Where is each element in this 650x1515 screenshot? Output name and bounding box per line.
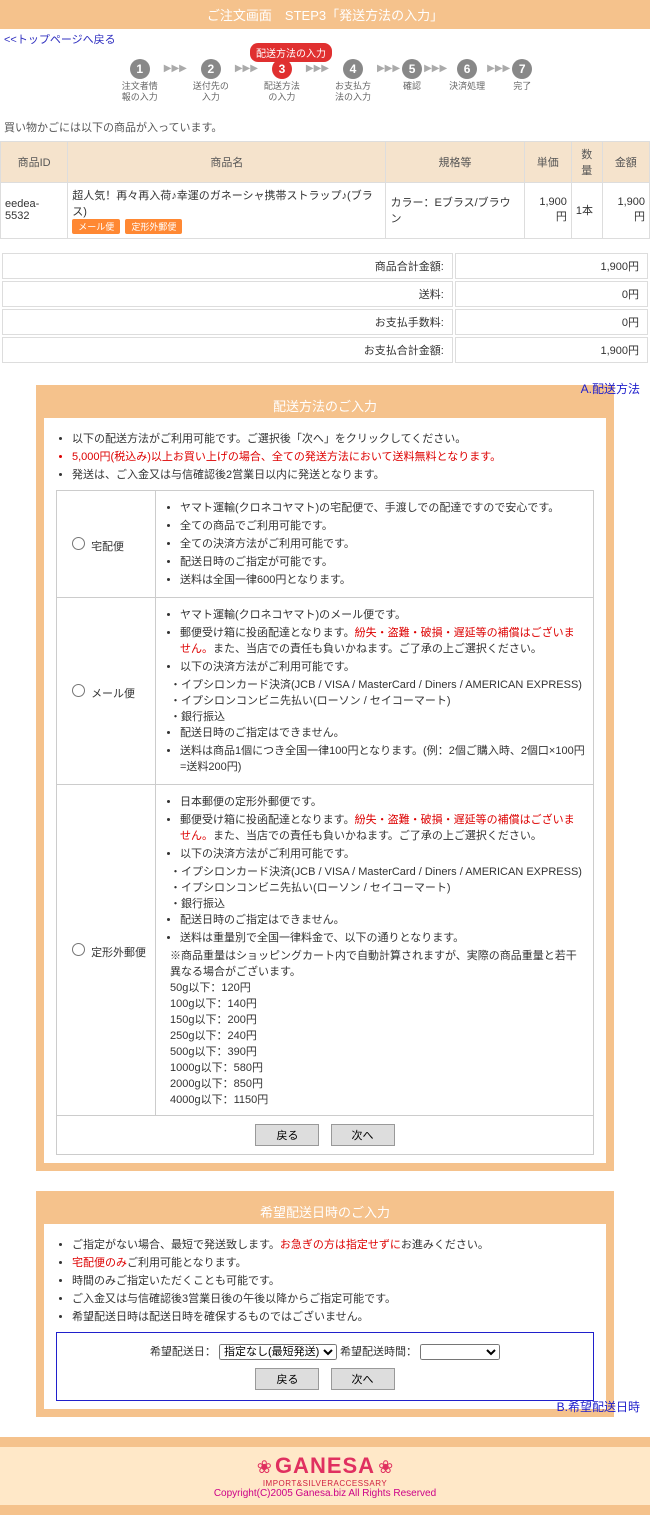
mail-badge: メール便 [72, 219, 120, 234]
shipping-head: 配送方法のご入力 [44, 393, 606, 418]
date-label: 希望配送日： [150, 1346, 216, 1358]
step-4: 4 [343, 59, 363, 79]
back-button[interactable]: 戻る [255, 1124, 319, 1146]
cell-amount: 1,900円 [602, 182, 649, 238]
col-spec: 規格等 [386, 141, 524, 182]
annotation-b: B.希望配送日時 [557, 1398, 640, 1415]
cart-table: 商品ID 商品名 規格等 単価 数量 金額 eedea-5532 超人気！再々再… [0, 141, 650, 239]
shipping-intro: 以下の配送方法がご利用可能です。ご選択後「次へ」をクリックしてください。 5,0… [72, 430, 594, 482]
time-select[interactable] [420, 1344, 500, 1360]
shipping-option-mail: メール便 ヤマト運輸(クロネコヤマト)のメール便です。 郵便受け箱に投函配達とな… [57, 597, 594, 784]
col-name: 商品名 [68, 141, 386, 182]
footer: ❀ GANESA ❀ IMPORT&SILVERACCESSARY Copyri… [0, 1437, 650, 1515]
radio-mail[interactable] [72, 684, 85, 697]
totals-table: 商品合計金額:1,900円 送料:0円 お支払手数料:0円 お支払合計金額:1,… [0, 251, 650, 365]
table-row: eedea-5532 超人気！再々再入荷♪幸運のガネーシャ携帯ストラップ♪(ブラ… [1, 182, 650, 238]
step-indicator: 配送方法の入力 1注文者情報の入力 ▶▶▶ 2送付先の入力 ▶▶▶ 3配送方法の… [0, 59, 650, 103]
next-button-2[interactable]: 次へ [331, 1368, 395, 1390]
page: ご注文画面 STEP3「発送方法の入力」 <<トップページへ戻る 配送方法の入力… [0, 0, 650, 1515]
back-button-2[interactable]: 戻る [255, 1368, 319, 1390]
col-id: 商品ID [1, 141, 68, 182]
cell-spec: カラー：Eブラス/ブラウン [386, 182, 524, 238]
logo-icon: ❀ [378, 1457, 393, 1477]
next-button[interactable]: 次へ [331, 1124, 395, 1146]
radio-teikeigai[interactable] [72, 943, 85, 956]
date-head: 希望配送日時のご入力 [44, 1199, 606, 1224]
shipping-buttons: 戻る 次へ [57, 1115, 594, 1154]
logo: GANESA [275, 1453, 375, 1478]
step-3: 3 [272, 59, 292, 79]
table-header-row: 商品ID 商品名 規格等 単価 数量 金額 [1, 141, 650, 182]
time-label: 希望配送時間： [340, 1346, 417, 1358]
step-5: 5 [402, 59, 422, 79]
logo-subtitle: IMPORT&SILVERACCESSARY [6, 1479, 644, 1488]
date-section: 希望配送日時のご入力 ご指定がない場合、最短で発送致します。お急ぎの方は指定せず… [36, 1191, 614, 1417]
annotation-a: A.配送方法 [581, 380, 640, 397]
radio-takuhai[interactable] [72, 537, 85, 550]
step-2: 2 [201, 59, 221, 79]
cell-price: 1,900円 [524, 182, 571, 238]
step-7: 7 [512, 59, 532, 79]
step-balloon: 配送方法の入力 [250, 43, 332, 62]
copyright: Copyright(C)2005 Ganesa.biz All Rights R… [6, 1488, 644, 1499]
cell-name: 超人気！再々再入荷♪幸運のガネーシャ携帯ストラップ♪(ブラス) メール便 定形外… [68, 182, 386, 238]
col-amount: 金額 [602, 141, 649, 182]
date-inputs: 希望配送日： 指定なし(最短発送) 希望配送時間： 戻る 次へ [56, 1332, 594, 1401]
step-arrow: ▶▶▶ [164, 59, 187, 74]
page-title: ご注文画面 STEP3「発送方法の入力」 [0, 0, 650, 29]
shipping-options: 宅配便 ヤマト運輸(クロネコヤマト)の宅配便で、手渡しでの配達ですので安心です。… [56, 490, 594, 1155]
shipping-option-takuhai: 宅配便 ヤマト運輸(クロネコヤマト)の宅配便で、手渡しでの配達ですので安心です。… [57, 490, 594, 597]
cell-id: eedea-5532 [1, 182, 68, 238]
step-6: 6 [457, 59, 477, 79]
col-price: 単価 [524, 141, 571, 182]
col-qty: 数量 [571, 141, 602, 182]
shipping-option-teikeigai: 定形外郵便 日本郵便の定形外郵便です。 郵便受け箱に投函配達となります。紛失・盗… [57, 784, 594, 1115]
date-intro: ご指定がない場合、最短で発送致します。お急ぎの方は指定せずにお進みください。 宅… [72, 1236, 594, 1324]
step-1: 1 [130, 59, 150, 79]
shipping-section: 配送方法のご入力 以下の配送方法がご利用可能です。ご選択後「次へ」をクリックして… [36, 385, 614, 1171]
teikeigai-badge: 定形外郵便 [125, 219, 182, 234]
logo-icon: ❀ [257, 1457, 272, 1477]
cell-qty: 1本 [571, 182, 602, 238]
date-select[interactable]: 指定なし(最短発送) [219, 1344, 337, 1360]
cart-note: 買い物かごには以下の商品が入っています。 [0, 113, 650, 141]
